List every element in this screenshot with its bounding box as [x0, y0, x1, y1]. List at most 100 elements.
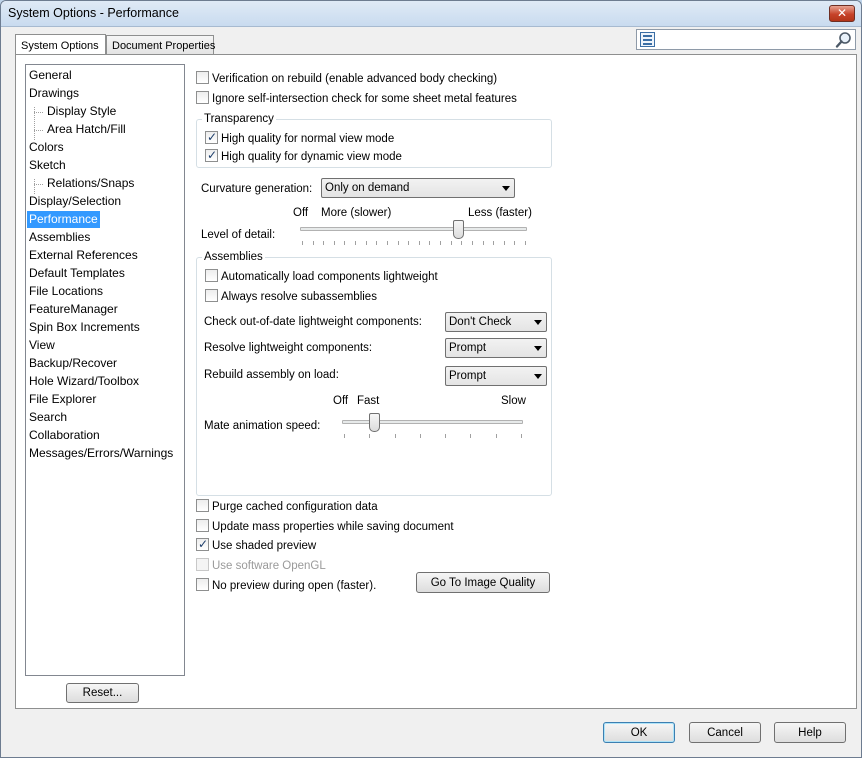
shaded-preview-label: Use shaded preview [212, 540, 317, 552]
slider-tick [397, 241, 399, 245]
tree-connector [34, 130, 43, 131]
help-button[interactable]: Help [774, 722, 846, 743]
slider-tick [471, 241, 473, 245]
tab-system-options[interactable]: System Options [15, 34, 106, 55]
tab-document-properties[interactable]: Document Properties [106, 35, 215, 55]
slider-tick [440, 241, 442, 245]
software-opengl-checkbox [196, 558, 209, 571]
slider-tick [525, 241, 526, 245]
search-input[interactable] [659, 31, 831, 48]
close-icon[interactable]: ✕ [829, 5, 855, 22]
options-tree[interactable]: General Drawings Display Style Area Hatc… [25, 64, 185, 676]
tree-item-file-locations[interactable]: File Locations [27, 283, 105, 300]
tree-connector [34, 179, 35, 194]
slider-tick [461, 241, 463, 245]
cancel-button[interactable]: Cancel [689, 722, 761, 743]
tree-item-colors[interactable]: Colors [27, 139, 66, 156]
tree-item-default-templates[interactable]: Default Templates [27, 265, 127, 282]
list-icon[interactable] [640, 32, 655, 47]
title-bar[interactable]: System Options - Performance ✕ [1, 1, 861, 27]
always-resolve-checkbox[interactable] [205, 289, 218, 302]
ignore-self-intersection-checkbox[interactable] [196, 91, 209, 104]
ignore-self-intersection-option[interactable]: Ignore self-intersection check for some … [196, 91, 517, 107]
purge-cache-checkbox[interactable] [196, 499, 209, 512]
reset-button[interactable]: Reset... [66, 683, 139, 703]
curvature-dropdown[interactable]: Only on demand [321, 178, 515, 198]
tree-item-backup-recover[interactable]: Backup/Recover [27, 355, 119, 372]
shaded-preview-option[interactable]: Use shaded preview [196, 537, 317, 554]
lod-slider-thumb[interactable] [452, 220, 464, 239]
tree-item-search[interactable]: Search [27, 409, 69, 426]
tree-item-sketch[interactable]: Sketch [27, 157, 68, 174]
update-mass-checkbox[interactable] [196, 519, 209, 532]
tree-item-drawings[interactable]: Drawings [27, 85, 81, 102]
tree-item-relations-snaps[interactable]: Relations/Snaps [45, 175, 136, 192]
tree-connector [34, 184, 43, 185]
check-out-of-date-dropdown[interactable]: Don't Check [445, 312, 547, 332]
go-to-image-quality-button[interactable]: Go To Image Quality [416, 572, 550, 593]
shaded-preview-checkbox[interactable] [196, 537, 209, 551]
auto-load-lightweight-checkbox[interactable] [205, 269, 218, 282]
verification-checkbox[interactable] [196, 71, 209, 84]
tree-item-featuremanager[interactable]: FeatureManager [27, 301, 120, 318]
slider-tick [344, 241, 346, 245]
tree-item-collaboration[interactable]: Collaboration [27, 427, 102, 444]
check-out-of-date-label: Check out-of-date lightweight components… [204, 316, 422, 328]
auto-load-lightweight-option[interactable]: Automatically load components lightweigh… [205, 269, 438, 285]
lod-off-label: Off [293, 207, 309, 219]
tree-item-hole-wizard-toolbox[interactable]: Hole Wizard/Toolbox [27, 373, 141, 390]
transparency-dynamic-label: High quality for dynamic view mode [221, 151, 402, 163]
tree-item-view[interactable]: View [27, 337, 57, 354]
slider-tick [369, 434, 371, 438]
tree-item-general[interactable]: General [27, 67, 74, 84]
transparency-dynamic-checkbox[interactable] [205, 148, 218, 162]
tree-item-external-references[interactable]: External References [27, 247, 140, 264]
slider-tick [333, 241, 335, 245]
tree-item-performance[interactable]: Performance [27, 211, 100, 228]
verification-label: Verification on rebuild (enable advanced… [212, 73, 498, 85]
transparency-normal-checkbox[interactable] [205, 130, 218, 144]
tree-item-area-hatch-fill[interactable]: Area Hatch/Fill [45, 121, 128, 138]
tree-item-file-explorer[interactable]: File Explorer [27, 391, 98, 408]
tree-item-display-selection[interactable]: Display/Selection [27, 193, 123, 210]
tree-item-display-style[interactable]: Display Style [45, 103, 118, 120]
slider-tick [302, 241, 303, 245]
always-resolve-option[interactable]: Always resolve subassemblies [205, 289, 377, 305]
update-mass-option[interactable]: Update mass properties while saving docu… [196, 519, 454, 535]
slider-tick [493, 241, 495, 245]
verification-option[interactable]: Verification on rebuild (enable advanced… [196, 71, 497, 87]
transparency-normal-label: High quality for normal view mode [221, 133, 395, 145]
slider-tick [445, 434, 447, 438]
slider-tick [470, 434, 472, 438]
magnifier-icon[interactable] [835, 31, 853, 49]
ok-button[interactable]: OK [603, 722, 675, 743]
purge-cache-label: Purge cached configuration data [212, 501, 378, 513]
system-options-window: System Options - Performance ✕ System Op… [0, 0, 862, 758]
tree-item-assemblies[interactable]: Assemblies [27, 229, 92, 246]
options-panel: General Drawings Display Style Area Hatc… [15, 54, 857, 709]
resolve-lightweight-dropdown[interactable]: Prompt [445, 338, 547, 358]
lod-less-label: Less (faster) [468, 207, 532, 219]
transparency-group-title: Transparency [202, 112, 276, 126]
transparency-dynamic-option[interactable]: High quality for dynamic view mode [205, 148, 402, 165]
tree-item-spin-box-increments[interactable]: Spin Box Increments [27, 319, 142, 336]
transparency-normal-option[interactable]: High quality for normal view mode [205, 130, 395, 147]
search-box[interactable] [636, 29, 856, 50]
chevron-down-icon [534, 374, 542, 379]
resolve-lightweight-value: Prompt [449, 342, 487, 354]
purge-cache-option[interactable]: Purge cached configuration data [196, 499, 378, 515]
slider-tick [514, 241, 516, 245]
slider-tick [344, 434, 345, 438]
rebuild-on-load-dropdown[interactable]: Prompt [445, 366, 547, 386]
tree-item-messages-errors-warnings[interactable]: Messages/Errors/Warnings [27, 445, 175, 462]
mate-slider-thumb[interactable] [368, 413, 380, 432]
no-preview-checkbox[interactable] [196, 578, 209, 591]
lod-label: Level of detail: [201, 229, 276, 241]
slider-tick [418, 241, 420, 245]
slider-tick [503, 241, 505, 245]
no-preview-option[interactable]: No preview during open (faster). [196, 578, 376, 594]
software-opengl-label: Use software OpenGL [212, 560, 326, 572]
lod-more-label: More (slower) [321, 207, 392, 219]
lod-slider-track[interactable] [300, 227, 527, 231]
slider-tick [386, 241, 388, 245]
